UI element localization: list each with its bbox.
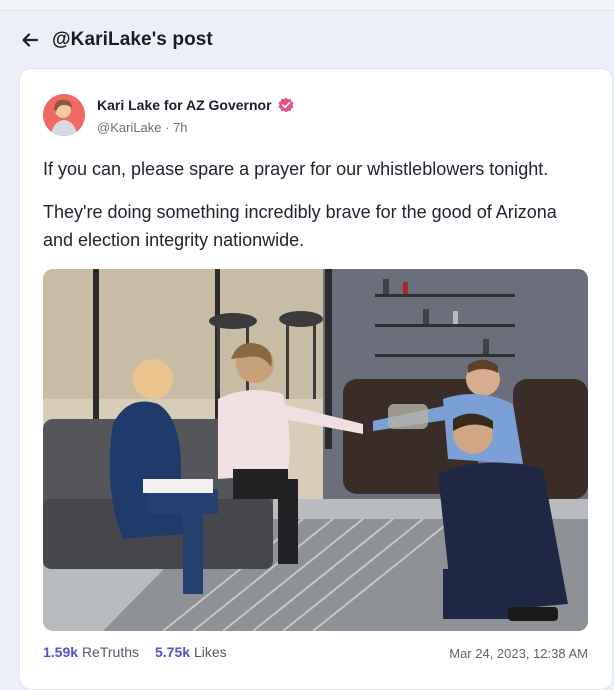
likes-count: 5.75k: [155, 644, 191, 660]
author-handle[interactable]: @KariLake: [97, 120, 162, 135]
post-card: Kari Lake for AZ Governor @KariLake · 7h…: [19, 68, 613, 690]
separator-dot: ·: [161, 120, 174, 135]
verified-badge-icon: [278, 97, 294, 113]
avatar[interactable]: [43, 94, 85, 136]
post-age: 7h: [173, 120, 188, 135]
likes-stat[interactable]: 5.75k Likes: [155, 644, 227, 660]
post-text-paragraph: They're doing something incredibly brave…: [43, 202, 557, 250]
post-image[interactable]: [43, 269, 588, 631]
retruths-label: ReTruths: [81, 644, 139, 660]
page-title: @KariLake's post: [52, 29, 213, 50]
page-header: @KariLake's post: [20, 26, 213, 54]
post-stats: 1.59k ReTruths 5.75k Likes: [43, 644, 227, 660]
arrow-left-icon[interactable]: [20, 30, 40, 50]
handle-line: @KariLake · 7h: [97, 120, 188, 135]
retruths-count: 1.59k: [43, 644, 79, 660]
retruths-stat[interactable]: 1.59k ReTruths: [43, 644, 139, 660]
author-name-row[interactable]: Kari Lake for AZ Governor: [97, 97, 294, 113]
author-name[interactable]: Kari Lake for AZ Governor: [97, 97, 272, 113]
post-text-paragraph: If you can, please spare a prayer for ou…: [43, 159, 549, 179]
post-timestamp[interactable]: Mar 24, 2023, 12:38 AM: [449, 646, 588, 661]
top-divider: [0, 0, 614, 11]
likes-label: Likes: [193, 644, 227, 660]
